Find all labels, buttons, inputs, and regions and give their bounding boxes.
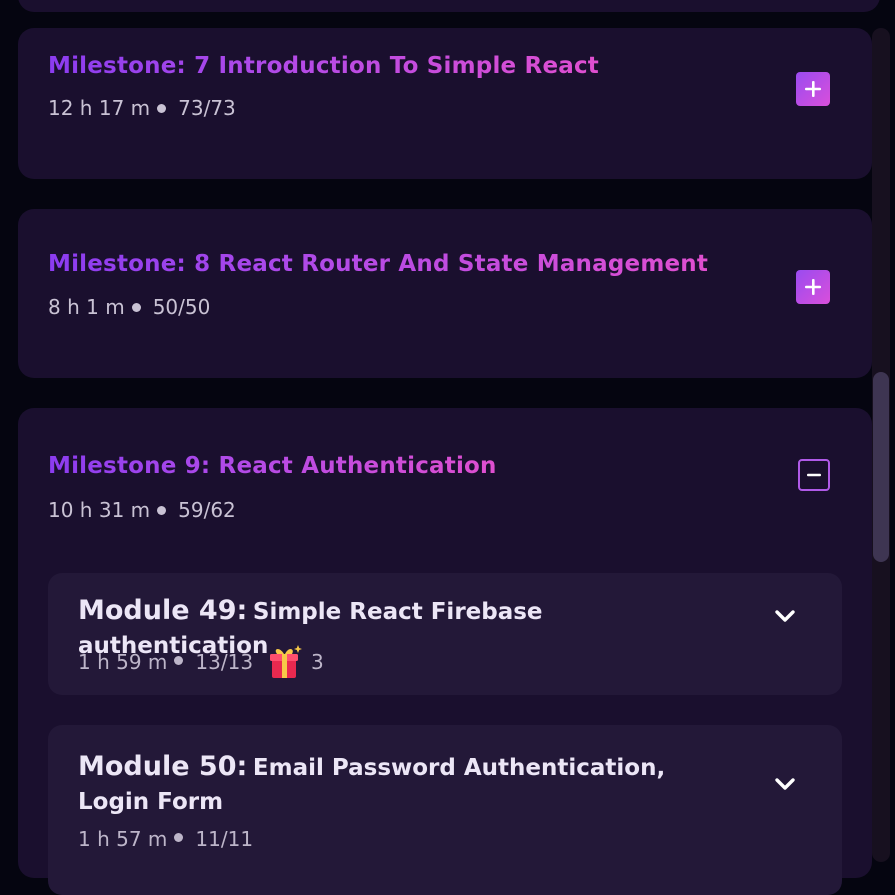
module-card-50[interactable]: Module 50: Email Password Authentication… — [48, 725, 842, 895]
separator-dot — [174, 833, 184, 842]
milestone-meta: 10 h 31 m 59/62 — [48, 498, 236, 522]
plus-icon — [805, 81, 821, 97]
chevron-down-icon[interactable] — [774, 609, 796, 625]
milestone-duration: 10 h 31 m — [48, 498, 151, 522]
previous-milestone-card — [18, 0, 880, 12]
separator-dot — [131, 302, 141, 312]
module-progress: 11/11 — [195, 827, 254, 851]
expand-milestone-button[interactable] — [796, 72, 830, 106]
milestone-card-7[interactable]: Milestone: 7 Introduction To Simple Reac… — [18, 28, 872, 179]
module-number: Module 50: — [78, 751, 248, 782]
expand-milestone-button[interactable] — [796, 270, 830, 304]
separator-dot — [157, 103, 167, 113]
milestone-progress: 50/50 — [152, 295, 211, 319]
module-meta: 1 h 57 m 11/11 — [78, 827, 253, 851]
module-number: Module 49: — [78, 595, 248, 626]
milestone-title: Milestone: 8 React Router And State Mana… — [48, 251, 709, 277]
separator-dot — [174, 656, 184, 665]
module-progress: 13/13 — [195, 650, 254, 674]
milestone-progress: 73/73 — [178, 96, 236, 120]
separator-dot — [157, 505, 167, 515]
gift-count: 3 — [311, 650, 324, 674]
scrollbar-thumb[interactable] — [873, 372, 889, 562]
milestone-duration: 8 h 1 m — [48, 295, 125, 319]
module-duration: 1 h 59 m — [78, 650, 168, 674]
module-card-49[interactable]: Module 49: Simple React Firebase authent… — [48, 573, 842, 695]
milestone-meta: 12 h 17 m 73/73 — [48, 96, 236, 120]
milestone-meta: 8 h 1 m 50/50 — [48, 295, 210, 319]
gift-icon — [270, 645, 303, 678]
milestone-title: Milestone 9: React Authentication — [48, 453, 497, 479]
module-duration: 1 h 57 m — [78, 827, 168, 851]
chevron-down-icon[interactable] — [774, 777, 796, 793]
milestone-progress: 59/62 — [178, 498, 236, 522]
collapse-milestone-button[interactable] — [798, 459, 830, 491]
plus-icon — [805, 279, 821, 295]
module-meta: 1 h 59 m 13/13 3 — [78, 643, 324, 681]
milestone-card-9[interactable]: Milestone 9: React Authentication 10 h 3… — [18, 408, 872, 895]
milestone-duration: 12 h 17 m — [48, 96, 151, 120]
milestone-card-8[interactable]: Milestone: 8 React Router And State Mana… — [18, 209, 872, 378]
module-title: Module 50: Email Password Authentication… — [78, 751, 738, 820]
milestone-title: Milestone: 7 Introduction To Simple Reac… — [48, 53, 600, 79]
minus-icon — [807, 473, 821, 477]
